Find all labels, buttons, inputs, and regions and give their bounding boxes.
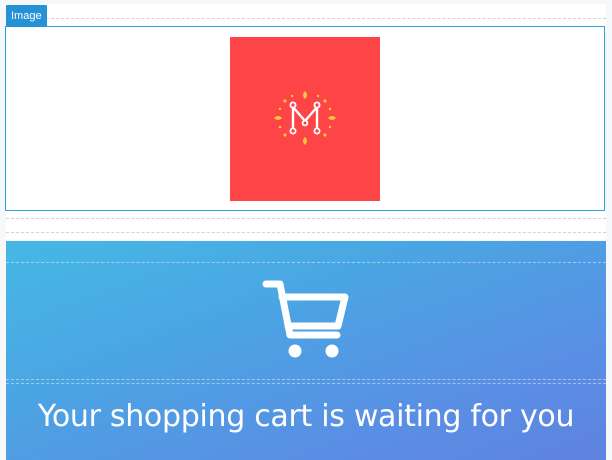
section-guide-line: [6, 379, 606, 380]
section-guide-line: [6, 383, 606, 384]
section-guide-line: [6, 18, 606, 19]
email-editor-canvas: Image Your shopping cart is waiting for …: [0, 0, 612, 460]
section-guide-line: [6, 262, 606, 263]
hero-title[interactable]: Your shopping cart is waiting for you: [6, 391, 606, 443]
abandoned-cart-hero: Your shopping cart is waiting for you: [6, 241, 606, 460]
selected-image-block[interactable]: [5, 26, 605, 211]
section-guide-line: [6, 232, 606, 233]
brand-logo[interactable]: [230, 37, 380, 201]
shopping-cart-icon[interactable]: [261, 277, 351, 361]
image-block-tag[interactable]: Image: [6, 5, 47, 27]
m-logo-sunburst-icon: [230, 37, 380, 201]
section-guide-line: [6, 218, 606, 219]
